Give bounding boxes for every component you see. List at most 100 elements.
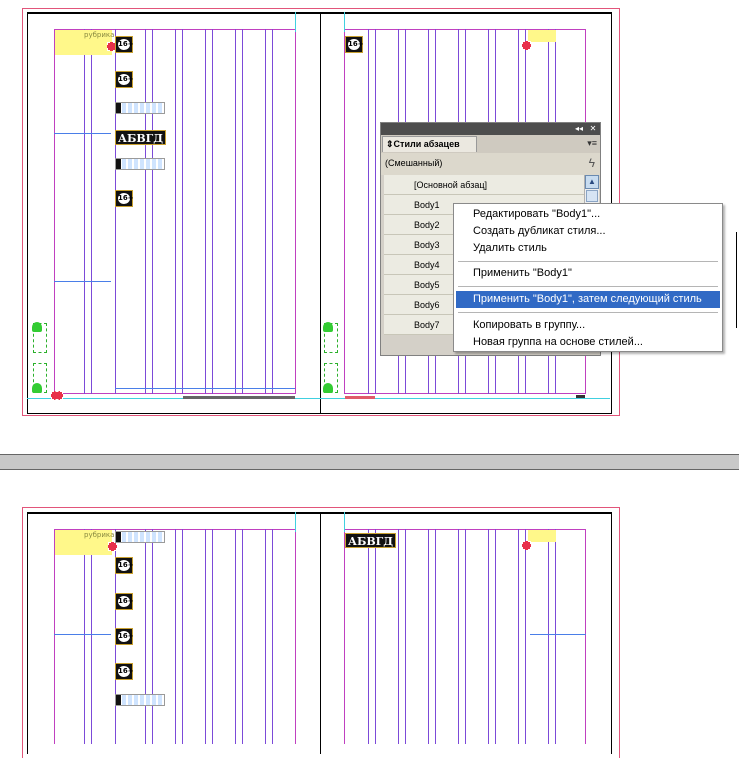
column-guide — [84, 529, 85, 744]
current-style-label: (Смешанный) — [385, 158, 443, 168]
rubrika-frame-right[interactable] — [528, 30, 556, 42]
age-rating-sticker[interactable]: 16+ — [115, 593, 134, 610]
menu-item-apply-style[interactable]: Применить "Body1" — [456, 265, 720, 282]
menu-item-duplicate-style[interactable]: Создать дубликат стиля... — [456, 223, 720, 240]
column-guide — [242, 529, 243, 744]
column-guide — [84, 29, 85, 394]
column-guide — [375, 29, 376, 394]
bottom-bar — [345, 396, 375, 399]
scroll-up-icon[interactable]: ▲ — [585, 175, 599, 189]
rubrika-label: рубрика — [84, 531, 115, 539]
age-rating-sticker[interactable]: 16+ — [115, 71, 134, 88]
column-guide — [152, 29, 153, 394]
margin-left-right — [344, 529, 345, 744]
margin-left-left — [54, 529, 55, 744]
column-guide — [272, 529, 273, 744]
abvgd-frame[interactable]: АБВГД — [115, 130, 167, 145]
age-rating-label: 16+ — [118, 560, 134, 571]
age-rating-label: 16+ — [118, 193, 134, 204]
collapse-icon[interactable]: ◂◂ — [574, 124, 584, 134]
spread-divider — [0, 454, 739, 470]
margin-right-left — [295, 529, 296, 744]
age-rating-label: 16+ — [118, 39, 134, 50]
column-guide — [212, 529, 213, 744]
green-handle-icon[interactable] — [323, 383, 333, 393]
close-icon[interactable]: ✕ — [588, 124, 598, 134]
column-guide — [182, 29, 183, 394]
ruler-guide-vertical[interactable] — [344, 12, 345, 32]
rubrika-label: рубрика — [84, 31, 115, 39]
panel-menu-icon[interactable]: ▾≡ — [587, 138, 597, 149]
margin-right-right — [585, 529, 586, 744]
color-strip[interactable] — [115, 531, 165, 543]
age-rating-sticker[interactable]: 16+ — [345, 36, 364, 53]
lightning-icon[interactable]: ϟ — [589, 156, 595, 170]
column-guide — [265, 529, 266, 744]
overset-marker[interactable] — [51, 391, 63, 400]
menu-item-new-group-from-styles[interactable]: Новая группа на основе стилей... — [456, 334, 720, 351]
text-cursor — [736, 232, 737, 328]
menu-item-delete-style[interactable]: Удалить стиль — [456, 240, 720, 257]
overset-marker[interactable] — [108, 542, 117, 551]
style-item[interactable]: [Основной абзац] — [384, 175, 584, 195]
overset-marker[interactable] — [522, 41, 531, 50]
column-guide — [555, 529, 556, 744]
left-page-top[interactable] — [27, 12, 321, 414]
blue-guide — [54, 281, 111, 282]
column-guide — [145, 529, 146, 744]
column-guide — [175, 529, 176, 744]
green-handle-icon[interactable] — [32, 383, 42, 393]
tab-label: Стили абзацев — [393, 139, 460, 149]
age-rating-label: 16+ — [118, 631, 134, 642]
ruler-guide-vertical[interactable] — [344, 512, 345, 532]
menu-item-edit-style[interactable]: Редактировать "Body1"... — [456, 206, 720, 223]
column-guide — [495, 529, 496, 744]
age-rating-label: 16+ — [118, 666, 134, 677]
column-guide — [265, 29, 266, 394]
age-rating-sticker[interactable]: 16+ — [115, 663, 134, 680]
tab-paragraph-styles[interactable]: ⇕Стили абзацев — [382, 136, 477, 152]
color-strip[interactable] — [115, 694, 165, 706]
column-guide — [465, 529, 466, 744]
column-guide — [91, 29, 92, 394]
column-guide — [428, 529, 429, 744]
menu-separator — [458, 261, 718, 262]
green-handle-icon[interactable] — [32, 322, 42, 332]
column-guide — [212, 29, 213, 394]
column-guide — [398, 529, 399, 744]
rubrika-frame-right[interactable] — [528, 530, 556, 542]
column-guide — [91, 529, 92, 744]
menu-item-apply-then-next[interactable]: Применить "Body1", затем следующий стиль — [456, 291, 720, 308]
color-strip[interactable] — [115, 158, 165, 170]
bottom-bar — [576, 395, 585, 398]
ruler-guide-horizontal[interactable] — [27, 398, 610, 399]
column-guide — [182, 529, 183, 744]
abvgd-frame[interactable]: АБВГД — [345, 533, 397, 548]
age-rating-sticker[interactable]: 16+ — [115, 557, 134, 574]
blue-guide — [54, 133, 111, 134]
panel-titlebar[interactable]: ◂◂ ✕ — [381, 123, 600, 135]
column-guide — [458, 529, 459, 744]
color-strip[interactable] — [115, 102, 165, 114]
green-handle-icon[interactable] — [323, 322, 333, 332]
column-guide — [368, 29, 369, 394]
column-guide — [152, 529, 153, 744]
scroll-thumb[interactable] — [586, 190, 598, 202]
overset-marker[interactable] — [522, 541, 531, 550]
ruler-guide-vertical[interactable] — [295, 512, 296, 532]
column-guide — [368, 529, 369, 744]
margin-left-left — [54, 29, 55, 394]
column-guide — [548, 529, 549, 744]
column-guide — [145, 29, 146, 394]
age-rating-sticker[interactable]: 16+ — [115, 36, 134, 53]
ruler-guide-vertical[interactable] — [295, 12, 296, 32]
column-guide — [205, 529, 206, 744]
style-context-menu[interactable]: Редактировать "Body1"... Создать дублика… — [453, 203, 723, 352]
column-guide — [272, 29, 273, 394]
blue-guide — [530, 634, 586, 635]
age-rating-sticker[interactable]: 16+ — [115, 628, 134, 645]
panel-tab-row: ⇕Стили абзацев ▾≡ — [381, 135, 600, 154]
column-guide — [235, 29, 236, 394]
age-rating-sticker[interactable]: 16+ — [115, 190, 134, 207]
menu-item-copy-to-group[interactable]: Копировать в группу... — [456, 317, 720, 334]
